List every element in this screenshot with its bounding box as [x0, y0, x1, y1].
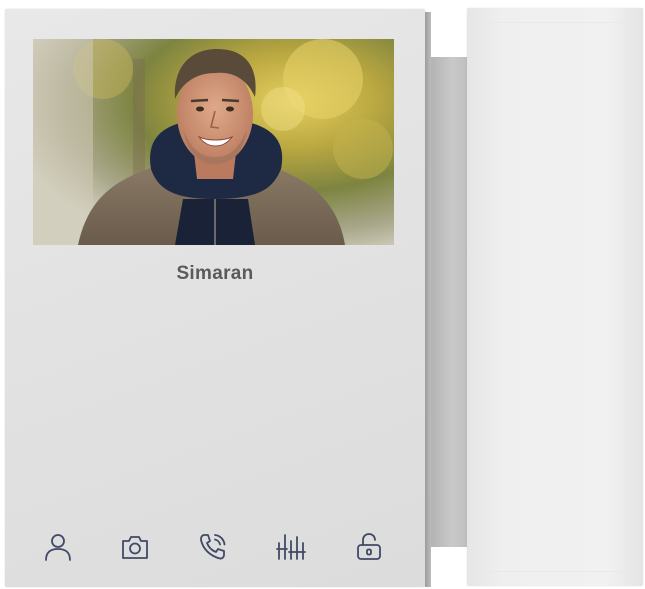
unlock-icon	[357, 533, 381, 560]
caller-video-screen	[33, 39, 394, 245]
contacts-button[interactable]	[38, 527, 78, 567]
handset-face	[481, 22, 629, 572]
handset-cradle	[431, 57, 467, 547]
snapshot-button[interactable]	[115, 527, 155, 567]
caller-photo	[33, 39, 394, 245]
control-button-row	[5, 527, 425, 567]
call-button[interactable]	[193, 527, 233, 567]
camera-icon	[122, 536, 148, 559]
handset[interactable]	[467, 8, 643, 586]
unlock-door-button[interactable]	[349, 527, 389, 567]
person-icon	[45, 534, 71, 561]
intercom-panel: Simaran	[5, 9, 425, 587]
caller-name-label: Simaran	[176, 263, 254, 284]
volume-settings-button[interactable]	[271, 527, 311, 567]
equalizer-icon	[276, 534, 306, 560]
phone-call-icon	[200, 534, 226, 560]
